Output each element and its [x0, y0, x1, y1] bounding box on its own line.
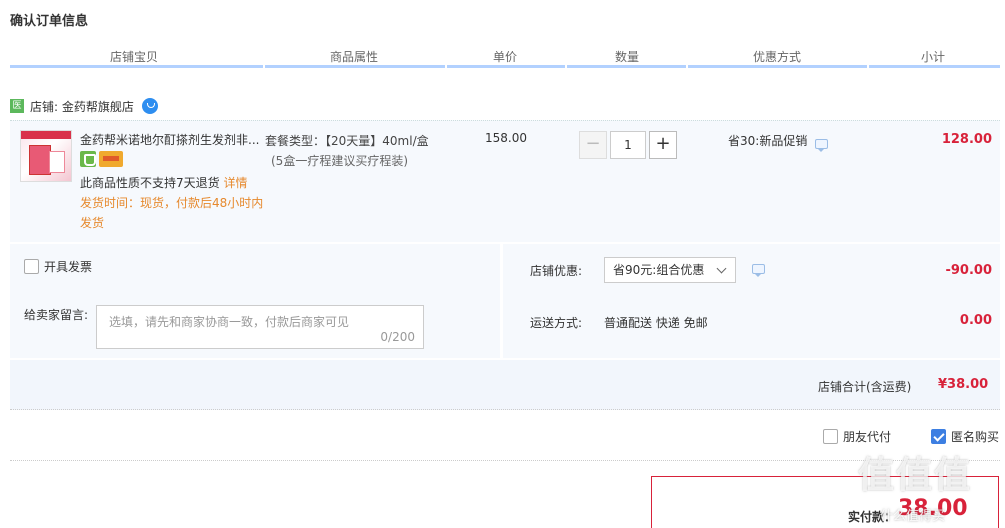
table-header: 店铺宝贝 商品属性 单价 数量 优惠方式 小计 — [10, 46, 1000, 68]
decrease-button[interactable]: − — [579, 131, 607, 159]
shop-row: 医 店铺: 金药帮旗舰店 — [10, 96, 158, 116]
header-subtotal: 小计 — [921, 50, 946, 64]
shop-discount-value: -90.00 — [945, 263, 992, 278]
quantity-input[interactable]: 1 — [610, 131, 646, 159]
watermark-sub: 什么值得买 — [880, 509, 946, 524]
return-policy-note: 此商品性质不支持7天退货 详情 — [80, 176, 248, 190]
shipping-value: 0.00 — [959, 313, 992, 328]
quantity-stepper: − 1 + — [579, 131, 677, 159]
shop-name[interactable]: 店铺: 金药帮旗舰店 — [30, 98, 134, 115]
friend-pay-label: 朋友代付 — [843, 430, 892, 444]
certified-icon — [80, 151, 96, 167]
product-name[interactable]: 金药帮米诺地尔酊搽剂生发剂非... — [80, 131, 262, 148]
header-shop-item: 店铺宝贝 — [110, 50, 159, 64]
message-textarea[interactable]: 选填，请先和商家协商一致，付款后商家可见 0/200 — [96, 305, 424, 349]
product-thumbnail[interactable] — [20, 130, 72, 182]
product-attributes: 套餐类型：【20天量】40ml/盒 (5盒一疗程建议买疗程装) — [265, 131, 470, 171]
header-attributes: 商品属性 — [330, 50, 379, 64]
divider — [10, 460, 1000, 461]
pharmacy-icon: 医 — [10, 99, 24, 113]
message-char-count: 0/200 — [380, 330, 415, 344]
message-placeholder: 选填，请先和商家协商一致，付款后商家可见 — [109, 315, 350, 329]
shipping-label: 运送方式: — [530, 316, 583, 330]
anonymous-checkbox[interactable] — [931, 429, 946, 444]
message-label: 给卖家留言: — [24, 308, 89, 322]
unit-price: 158.00 — [485, 131, 527, 145]
anonymous-label: 匿名购买 — [951, 430, 1000, 444]
chevron-down-icon — [716, 263, 727, 274]
friend-pay-option[interactable]: 朋友代付 — [823, 428, 891, 445]
anonymous-option[interactable]: 匿名购买 — [931, 428, 999, 445]
shop-total-label: 店铺合计(含运费) — [818, 380, 912, 394]
chat-icon[interactable] — [141, 98, 158, 114]
header-discount: 优惠方式 — [753, 50, 802, 64]
ship-time-note: 发货时间：现货，付款后48小时内发货 — [80, 196, 264, 230]
shop-discount-select[interactable]: 省90元:组合优惠 — [604, 257, 736, 283]
invoice-checkbox[interactable] — [24, 259, 39, 274]
invoice-option[interactable]: 开具发票 — [24, 258, 92, 275]
header-quantity: 数量 — [615, 50, 640, 64]
header-unit-price: 单价 — [493, 50, 518, 64]
shipping-method: 普通配送 快递 免邮 — [604, 316, 708, 330]
item-subtotal: 128.00 — [941, 132, 992, 147]
credit-card-icon — [99, 151, 123, 167]
comment-icon[interactable] — [752, 264, 765, 277]
shop-discount-label: 店铺优惠: — [530, 264, 583, 278]
invoice-label: 开具发票 — [44, 260, 93, 274]
comment-icon[interactable] — [815, 139, 828, 152]
shop-total-value: ¥38.00 — [938, 377, 989, 392]
return-details-link[interactable]: 详情 — [223, 176, 247, 190]
attr-note: (5盒一疗程建议买疗程装) — [271, 154, 408, 168]
friend-pay-checkbox[interactable] — [823, 429, 838, 444]
page-title: 确认订单信息 — [10, 14, 89, 29]
attr-package: 套餐类型：【20天量】40ml/盒 — [265, 134, 429, 148]
increase-button[interactable]: + — [649, 131, 677, 159]
promo-label: 省30:新品促销 — [728, 134, 808, 148]
watermark: 值值值 — [858, 455, 973, 496]
